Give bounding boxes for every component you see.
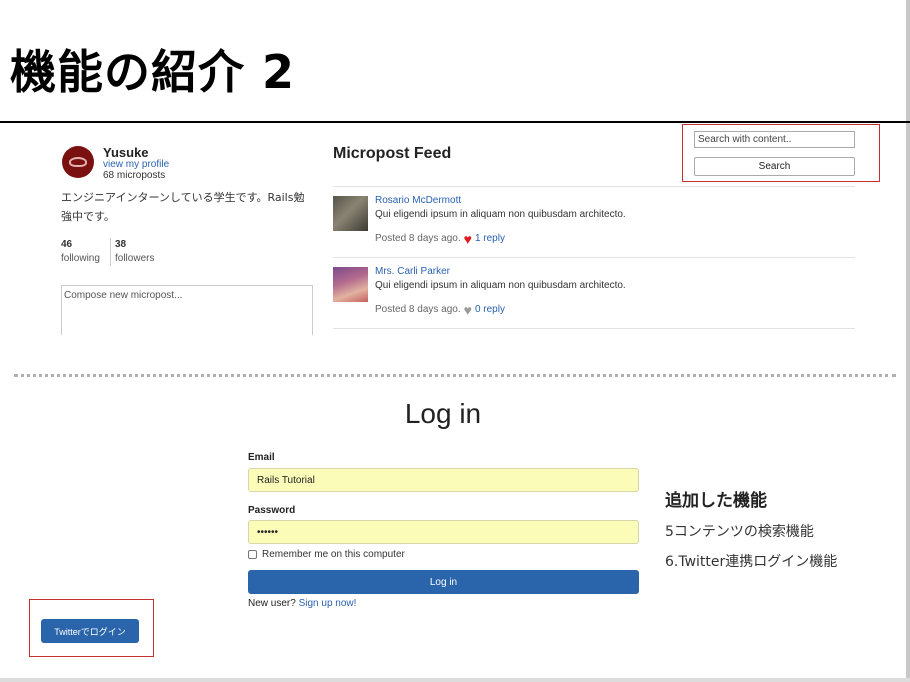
following-label: following <box>61 253 100 264</box>
email-field[interactable]: Rails Tutorial <box>248 468 639 492</box>
profile-bio: エンジニアインターンしている学生です。Rails勉強中です。 <box>61 191 305 223</box>
reply-link[interactable]: 0 reply <box>475 304 505 315</box>
feature-item: 6.Twitter連携ログイン機能 <box>665 554 838 570</box>
post-text: Qui eligendi ipsum in aliquam non quibus… <box>375 209 626 220</box>
slide-bottom-edge <box>0 678 910 682</box>
feature-item: 5コンテンツの検索機能 <box>665 524 814 540</box>
login-heading: Log in <box>404 398 482 429</box>
signup-link[interactable]: Sign up now! <box>299 598 357 609</box>
search-button[interactable]: Search <box>694 157 855 176</box>
dotted-divider <box>14 374 896 377</box>
followers-label: followers <box>115 253 155 264</box>
password-field[interactable]: •••••• <box>248 520 639 544</box>
view-profile-link[interactable]: view my profile <box>103 159 169 170</box>
post-meta: Posted 8 days ago. ♥ 1 reply <box>375 232 505 246</box>
followers-stat[interactable]: 38 followers <box>115 238 154 266</box>
post-avatar[interactable] <box>333 196 368 231</box>
title-underline <box>0 121 910 123</box>
search-input[interactable]: Search with content.. <box>694 131 855 148</box>
feed-title: Micropost Feed <box>333 145 452 162</box>
post-timestamp: Posted 8 days ago. <box>375 304 461 315</box>
slide-right-edge <box>906 0 910 682</box>
feed-divider <box>333 328 855 329</box>
post-text: Qui eligendi ipsum in aliquam non quibus… <box>375 280 626 291</box>
reply-link[interactable]: 1 reply <box>475 233 505 244</box>
feed-divider <box>333 257 855 258</box>
profile-name: Yusuke <box>103 145 149 160</box>
post-timestamp: Posted 8 days ago. <box>375 233 461 244</box>
signup-prompt: New user? Sign up now! <box>248 598 356 609</box>
profile-avatar[interactable] <box>62 146 94 178</box>
remember-me[interactable]: Remember me on this computer <box>248 549 405 560</box>
features-title: 追加した機能 <box>665 491 767 511</box>
slide-title: 機能の紹介 2 <box>10 45 296 99</box>
remember-label: Remember me on this computer <box>262 549 405 560</box>
heart-icon[interactable]: ♥ <box>464 303 472 317</box>
post-avatar[interactable] <box>333 267 368 302</box>
rails-logo-icon <box>69 157 87 167</box>
password-label: Password <box>248 505 296 516</box>
login-button[interactable]: Log in <box>248 570 639 594</box>
twitter-login-button[interactable]: Twitterでログイン <box>41 619 139 643</box>
compose-micropost-textarea[interactable]: Compose new micropost... <box>61 285 313 335</box>
post-user-link[interactable]: Mrs. Carli Parker <box>375 266 450 277</box>
feed-divider <box>333 186 855 187</box>
post-user-link[interactable]: Rosario McDermott <box>375 195 461 206</box>
heart-icon[interactable]: ♥ <box>464 232 472 246</box>
remember-checkbox[interactable] <box>248 550 257 559</box>
new-user-text: New user? <box>248 598 296 609</box>
followers-count: 38 <box>115 239 127 250</box>
post-meta: Posted 8 days ago. ♥ 0 reply <box>375 303 505 317</box>
following-count: 46 <box>61 239 73 250</box>
email-label: Email <box>248 452 275 463</box>
micropost-count: 68 microposts <box>103 170 166 181</box>
following-stat[interactable]: 46 following <box>61 238 111 266</box>
